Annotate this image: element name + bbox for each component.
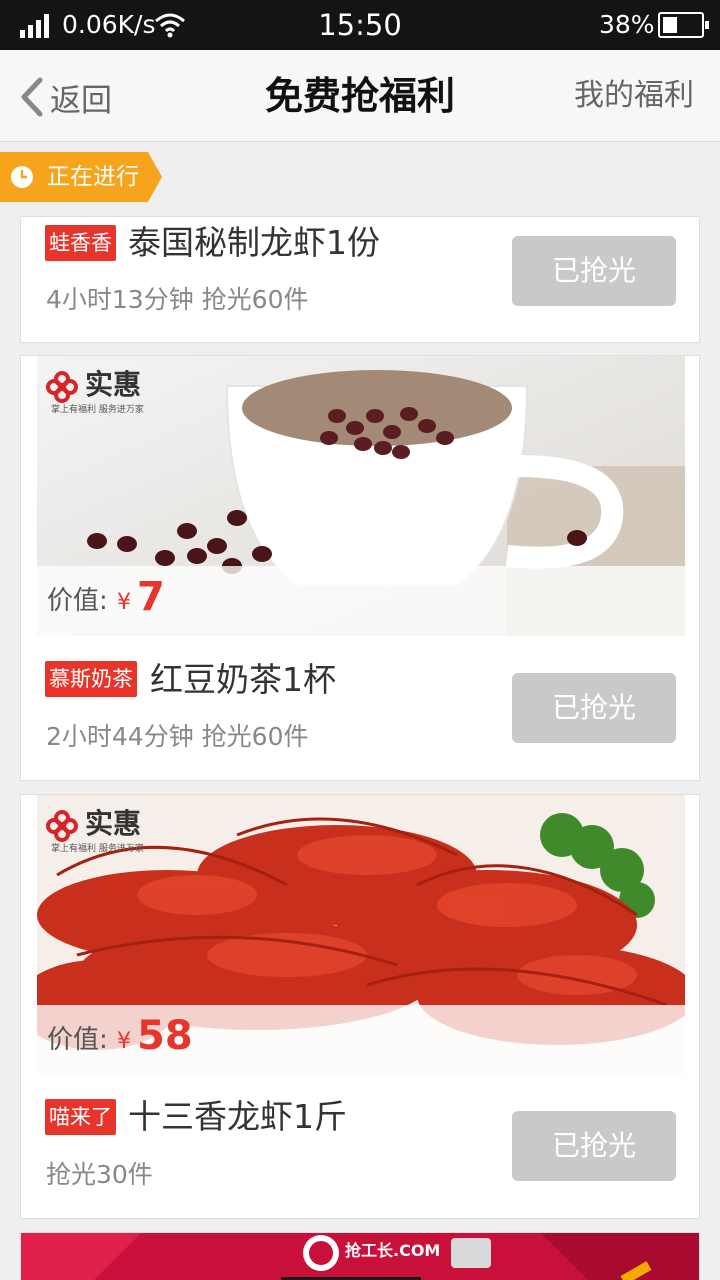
item-name: 十三香龙虾1斤 xyxy=(128,1097,347,1136)
brand-name: 实惠 xyxy=(85,807,142,840)
brand-flower-icon xyxy=(46,810,78,842)
shop-tag: 慕斯奶茶 xyxy=(45,661,137,697)
welfare-card[interactable]: 实惠 掌上有福利 服务进万家 价值: ¥ 58 喵来了 十三香龙虾1斤 抢光30… xyxy=(20,794,700,1219)
price-value: 58 xyxy=(137,1013,193,1059)
section-tag-ongoing: 正在进行 xyxy=(0,152,162,202)
welfare-card[interactable]: 抢工长.COM xyxy=(20,1232,700,1280)
brand-name: 实惠 xyxy=(85,368,142,401)
item-meta: 4小时13分钟 抢光60件 xyxy=(46,285,309,314)
brand-slogan: 掌上有福利 服务进万家 xyxy=(51,405,144,415)
status-bar: 0.06K/s 15:50 38% xyxy=(0,0,720,50)
item-name: 红豆奶茶1杯 xyxy=(150,660,336,699)
price-currency: ¥ xyxy=(117,1029,131,1054)
my-welfare-link[interactable]: 我的福利 xyxy=(574,76,694,116)
sold-out-button[interactable]: 已抢光 xyxy=(512,236,676,306)
brand-logo: 实惠 掌上有福利 服务进万家 xyxy=(45,807,165,857)
item-meta: 2小时44分钟 抢光60件 xyxy=(46,722,309,751)
clock-icon xyxy=(11,166,33,188)
sold-out-button[interactable]: 已抢光 xyxy=(512,1111,676,1181)
welfare-card[interactable]: 蛙香香 泰国秘制龙虾1份 4小时13分钟 抢光60件 已抢光 xyxy=(20,216,700,343)
brand-slogan: 掌上有福利 服务进万家 xyxy=(51,844,144,854)
brand-flower-icon xyxy=(46,371,78,403)
banner-logo: 抢工长.COM xyxy=(345,1241,441,1260)
brand-logo: 实惠 掌上有福利 服务进万家 xyxy=(45,368,165,418)
item-photo: 实惠 掌上有福利 服务进万家 价值: ¥ 58 xyxy=(37,795,685,1075)
item-photo: 实惠 掌上有福利 服务进万家 价值: ¥ 7 xyxy=(37,356,685,636)
shop-tag: 蛙香香 xyxy=(45,225,116,261)
price-label: 价值: xyxy=(47,586,108,616)
battery-icon xyxy=(658,12,709,38)
sold-out-button[interactable]: 已抢光 xyxy=(512,673,676,743)
price-currency: ¥ xyxy=(117,590,131,615)
item-name: 泰国秘制龙虾1份 xyxy=(128,223,380,262)
price-value: 7 xyxy=(137,574,165,620)
price-bar: 价值: ¥ 7 xyxy=(37,566,685,636)
shop-tag: 喵来了 xyxy=(45,1099,116,1135)
price-label: 价值: xyxy=(47,1025,108,1055)
nav-header: 返回 免费抢福利 我的福利 xyxy=(0,50,720,142)
section-label: 正在进行 xyxy=(47,164,139,190)
welfare-card[interactable]: 实惠 掌上有福利 服务进万家 价值: ¥ 7 慕斯奶茶 红豆奶茶1杯 2小时44… xyxy=(20,355,700,781)
battery-percent: 38% xyxy=(599,10,655,39)
item-meta: 抢光30件 xyxy=(46,1160,153,1189)
price-bar: 价值: ¥ 58 xyxy=(37,1005,685,1075)
